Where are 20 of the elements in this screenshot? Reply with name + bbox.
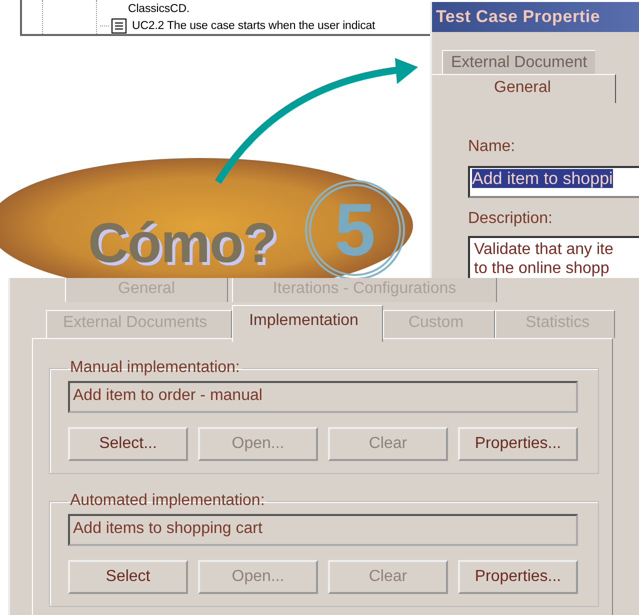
implementation-field[interactable]: Add items to shopping cart <box>68 514 578 546</box>
tree-item-label[interactable]: ClassicsCD. <box>128 2 190 14</box>
group-label: Automated implementation: <box>69 492 266 510</box>
callout-text: Cómo? <box>88 215 276 271</box>
dialog-button[interactable]: Select... <box>68 427 188 461</box>
dialog-tab[interactable]: Implementation <box>232 305 384 342</box>
document-icon <box>100 18 126 33</box>
dialog-tab[interactable]: General <box>432 74 616 103</box>
description-field[interactable]: Validate that any ite to the online shopp <box>468 236 639 278</box>
dialog-tab[interactable]: External Document <box>442 50 596 75</box>
description-label: Description: <box>468 210 554 228</box>
dialog-title: Test Case Propertie <box>432 2 639 32</box>
tree-item-label[interactable]: UC2.2 The use case starts when the user indicat <box>132 20 376 32</box>
dialog-button[interactable]: Properties... <box>458 560 578 594</box>
name-label: Name: <box>468 138 516 156</box>
implementation-field[interactable]: Add item to order - manual <box>68 381 578 413</box>
group-label: Manual implementation: <box>69 359 241 377</box>
dialog-button[interactable]: Select <box>68 560 188 594</box>
dialog-button[interactable]: Properties... <box>458 427 578 461</box>
name-field[interactable]: Add item to shoppi <box>468 166 639 198</box>
